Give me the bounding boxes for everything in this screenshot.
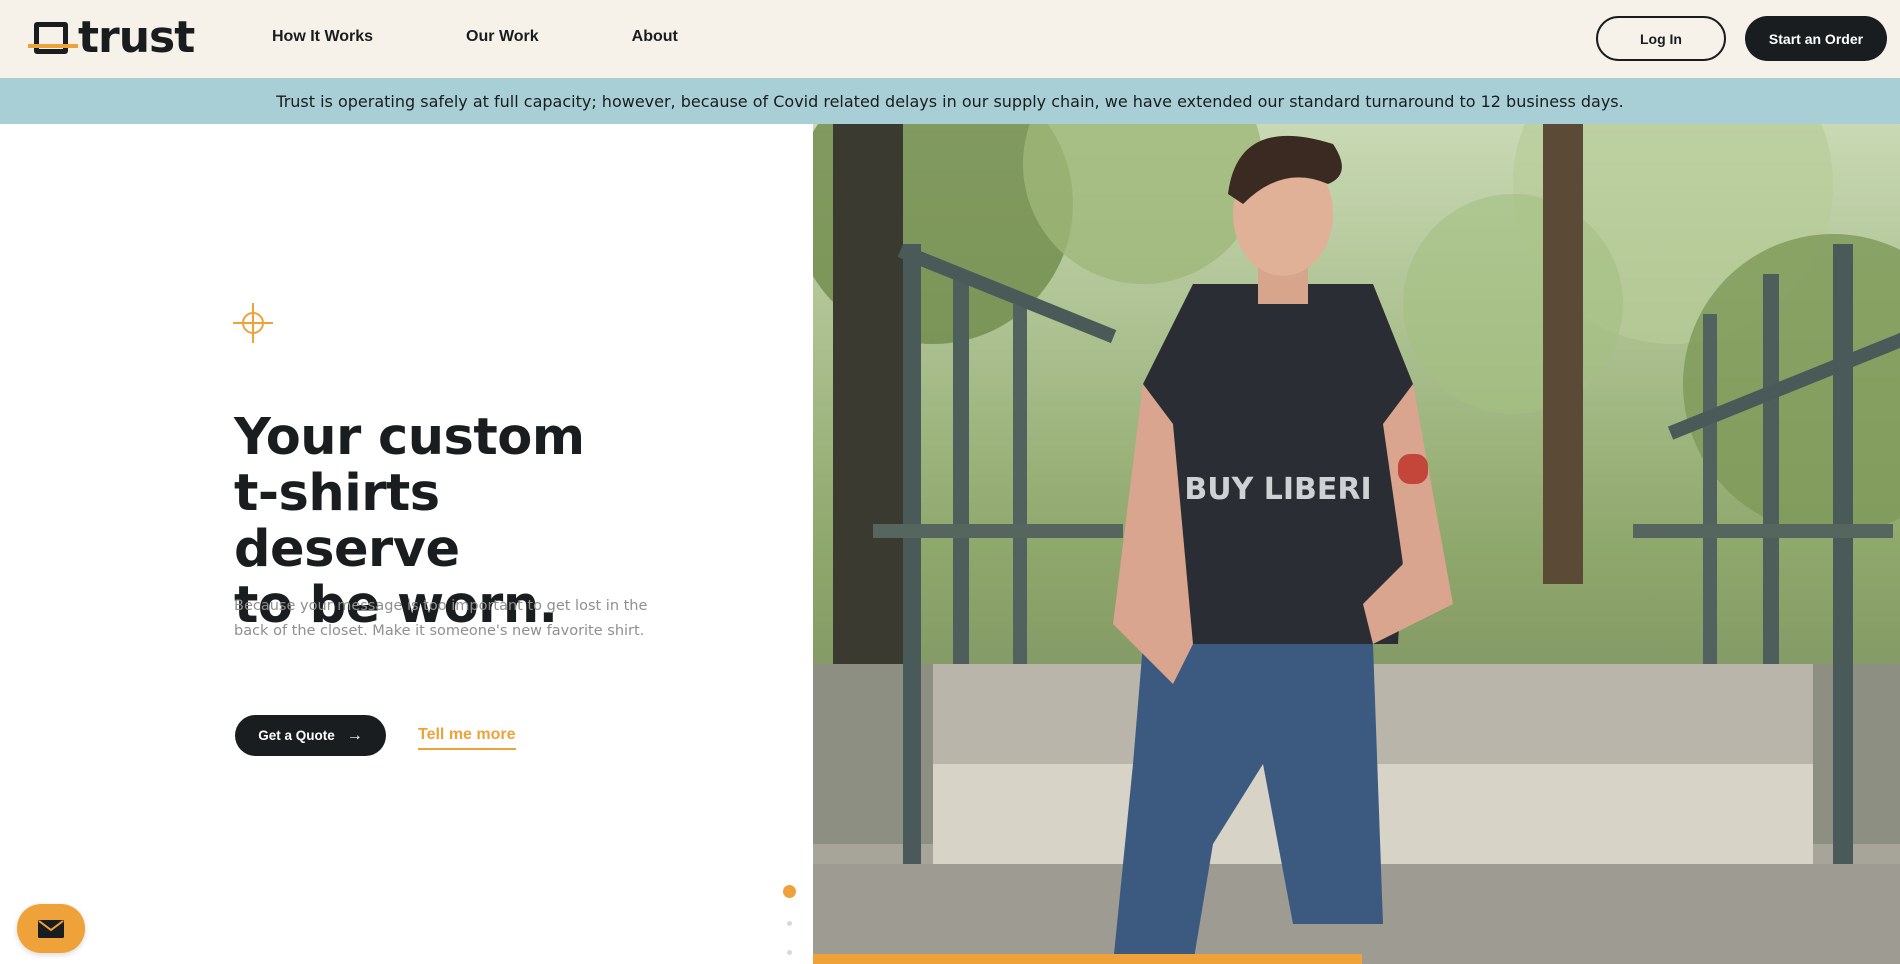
banner-text: Trust is operating safely at full capaci… (276, 91, 1624, 111)
slide-dot-3[interactable] (787, 950, 792, 955)
logo-text: trust (78, 12, 195, 63)
nav-about[interactable]: About (632, 28, 678, 46)
nav-our-work[interactable]: Our Work (466, 28, 539, 46)
crosshair-icon (233, 303, 273, 343)
arrow-right-icon: → (346, 726, 363, 744)
slide-dot-2[interactable] (787, 921, 792, 926)
site-header: trust How It Works Our Work About Log In… (0, 0, 1900, 78)
slide-progress-bar (813, 954, 1900, 964)
contact-chat-button[interactable] (17, 904, 85, 953)
hero-title-line: Your custom (234, 408, 585, 467)
announcement-banner: Trust is operating safely at full capaci… (0, 78, 1900, 124)
main-nav: How It Works Our Work About (272, 28, 771, 46)
hero-subtitle-line: back of the closet. Make it someone's ne… (234, 623, 645, 639)
logo-mark-icon (28, 18, 78, 58)
hero-subtitle-line: Because your message is too important to… (234, 598, 648, 614)
hero-photo: BUY LIBERI (813, 124, 1900, 964)
envelope-icon (38, 919, 64, 938)
shirt-print-text: BUY LIBERI (1184, 472, 1371, 507)
slide-progress-fill (813, 954, 1362, 964)
tell-me-more-link[interactable]: Tell me more (418, 726, 516, 750)
login-button[interactable]: Log In (1596, 16, 1726, 61)
slide-dot-1[interactable] (783, 885, 796, 898)
start-order-button[interactable]: Start an Order (1745, 16, 1887, 61)
get-quote-label: Get a Quote (258, 728, 335, 743)
get-quote-button[interactable]: Get a Quote → (235, 715, 386, 756)
nav-how-it-works[interactable]: How It Works (272, 28, 373, 46)
hero-title-line: t-shirts deserve (234, 464, 460, 579)
logo[interactable]: trust (28, 12, 195, 63)
hero-subtitle: Because your message is too important to… (234, 594, 654, 644)
